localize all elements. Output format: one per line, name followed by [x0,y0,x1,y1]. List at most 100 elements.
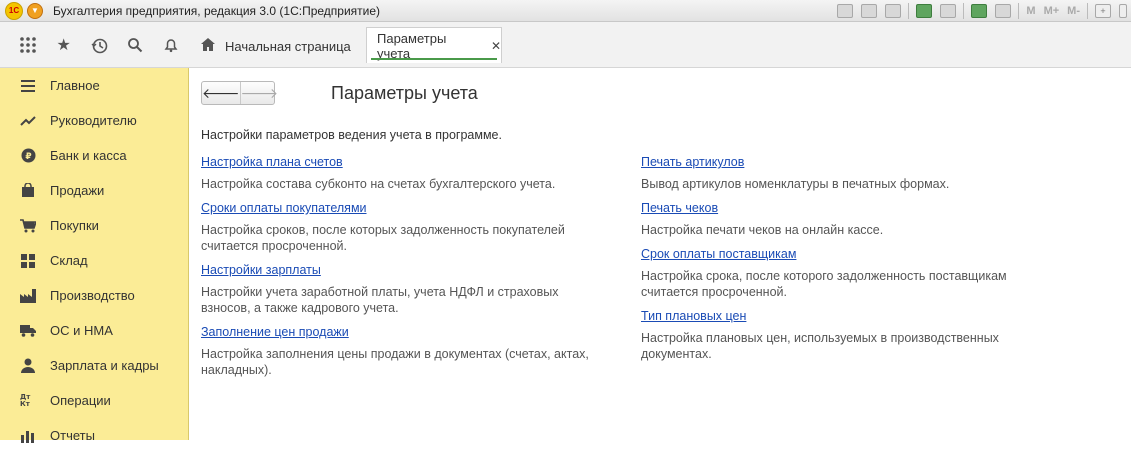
sidebar-item-label: Покупки [50,218,99,233]
trend-icon [20,113,36,129]
toolbar-divider [1018,3,1020,19]
link-description: Настройки учета заработной платы, учета … [201,285,559,315]
app-logo: 1С [5,1,23,20]
planned-price-type-link[interactable]: Тип плановых цен [641,308,746,324]
factory-icon [20,288,36,304]
list-item: Тип плановых цен Настройка плановых цен,… [641,308,1031,362]
tab-home[interactable]: Начальная страница [193,30,359,62]
list-item: Печать артикулов Вывод артикулов номенкл… [641,154,1031,192]
sidebar-item-label: Операции [50,393,111,408]
svg-text:₽: ₽ [25,152,31,162]
list-item: Сроки оплаты покупателями Настройка срок… [201,200,591,254]
top-navbar: ★ Начальная страница Параметры учета ✕ [0,22,1131,68]
sidebar-item-salary[interactable]: Зарплата и кадры [0,348,188,383]
link-description: Настройка заполнения цены продажи в доку… [201,347,589,377]
sidebar-item-label: Продажи [50,183,105,198]
shopping-bag-icon [20,183,36,199]
sidebar-item-purchases[interactable]: Покупки [0,208,188,243]
more-icon[interactable] [1119,4,1127,18]
sales-prices-link[interactable]: Заполнение цен продажи [201,324,349,340]
sections-grid-icon[interactable] [10,30,46,60]
history-nav-buttons: 🡐 🡒 [201,81,278,105]
sidebar-item-label: Руководителю [50,113,137,128]
list-item: Заполнение цен продажи Настройка заполне… [201,324,591,378]
print-icon[interactable] [861,4,878,18]
sidebar-item-label: Банк и касса [50,148,127,163]
chart-of-accounts-link[interactable]: Настройка плана счетов [201,154,343,170]
list-item: Печать чеков Настройка печати чеков на о… [641,200,1031,238]
titlebar-toolbar: M M+ M- + [833,0,1131,22]
page-intro: Настройки параметров ведения учета в про… [201,128,502,142]
sidebar-item-label: ОС и НМА [50,323,113,338]
notifications-bell-icon[interactable] [153,30,189,60]
settings-column-left: Настройка плана счетов Настройка состава… [201,154,591,386]
search-icon[interactable] [117,30,153,60]
home-icon [201,38,215,54]
tab-home-label: Начальная страница [225,38,351,54]
back-arrow-icon[interactable]: 🡐 [202,82,240,104]
memory-plus-button[interactable]: M+ [1044,5,1060,17]
cart-icon [20,218,36,234]
memory-m-button[interactable]: M [1026,5,1035,17]
export-icon[interactable] [916,4,933,18]
sidebar-item-bank[interactable]: ₽ Банк и касса [0,138,188,173]
toolbar-divider [963,3,965,19]
print-receipts-link[interactable]: Печать чеков [641,200,718,216]
supplier-payment-terms-link[interactable]: Срок оплаты поставщикам [641,246,796,262]
sidebar-item-label: Склад [50,253,88,268]
link-description: Вывод артикулов номенклатуры в печатных … [641,177,950,191]
sidebar-item-label: Отчеты [50,428,95,443]
sidebar-item-reports[interactable]: Отчеты [0,418,188,453]
list-item: Настройка плана счетов Настройка состава… [201,154,591,192]
calculator-icon[interactable] [971,4,988,18]
sidebar-item-fixed-assets[interactable]: ОС и НМА [0,313,188,348]
menu-lines-icon [20,78,36,94]
main-menu-button[interactable]: ▼ [27,2,43,19]
preview-icon[interactable] [885,4,902,18]
main-content: 🡐 🡒 Параметры учета Настройки параметров… [190,68,1131,440]
list-item: Настройки зарплаты Настройки учета зараб… [201,262,591,316]
settings-column-right: Печать артикулов Вывод артикулов номенкл… [641,154,1031,370]
sidebar-item-label: Зарплата и кадры [50,358,159,373]
sidebar-item-production[interactable]: Производство [0,278,188,313]
history-icon[interactable] [82,30,118,60]
sidebar-item-manager[interactable]: Руководителю [0,103,188,138]
bar-chart-icon [20,428,36,444]
salary-settings-link[interactable]: Настройки зарплаты [201,262,321,278]
close-icon[interactable]: ✕ [491,39,501,53]
print-articles-link[interactable]: Печать артикулов [641,154,744,170]
window-titlebar: 1С ▼ Бухгалтерия предприятия, редакция 3… [0,0,1131,22]
link-description: Настройка плановых цен, используемых в п… [641,331,999,361]
nav-icon-group: ★ [0,22,189,68]
document-icon[interactable] [940,4,957,18]
sidebar-item-main[interactable]: Главное [0,68,188,103]
link-description: Настройка срока, после которого задолжен… [641,269,1007,299]
person-icon [20,358,36,374]
forward-arrow-icon[interactable]: 🡒 [239,82,278,104]
sidebar-item-label: Главное [50,78,100,93]
link-description: Настройка состава субконто на счетах бух… [201,177,556,191]
zoom-icon[interactable]: + [1095,4,1111,18]
memory-minus-button[interactable]: M- [1067,5,1080,17]
debit-credit-icon: Дт Кт [20,393,36,409]
link-description: Настройка печати чеков на онлайн кассе. [641,223,884,237]
truck-icon [20,323,36,339]
tab-accounting-parameters[interactable]: Параметры учета ✕ [366,27,502,63]
debit-credit-glyph: Дт Кт [20,392,31,408]
tab-active-label: Параметры учета [377,30,447,61]
calendar-icon[interactable] [995,4,1012,18]
ruble-coin-icon: ₽ [20,148,36,164]
sidebar-item-sales[interactable]: Продажи [0,173,188,208]
link-description: Настройка сроков, после которых задолжен… [201,223,565,253]
sections-sidebar: Главное Руководителю ₽ Банк и касса Прод… [0,68,189,443]
sidebar-item-label: Производство [50,288,135,303]
toolbar-divider [1087,3,1088,19]
sidebar-item-operations[interactable]: Дт Кт Операции [0,383,188,418]
favorites-star-icon[interactable]: ★ [46,30,82,60]
list-item: Срок оплаты поставщикам Настройка срока,… [641,246,1031,300]
sidebar-item-warehouse[interactable]: Склад [0,243,188,278]
warehouse-grid-icon [20,253,36,269]
page-title: Параметры учета [331,83,478,103]
save-icon[interactable] [837,4,854,18]
customer-payment-terms-link[interactable]: Сроки оплаты покупателями [201,200,367,216]
